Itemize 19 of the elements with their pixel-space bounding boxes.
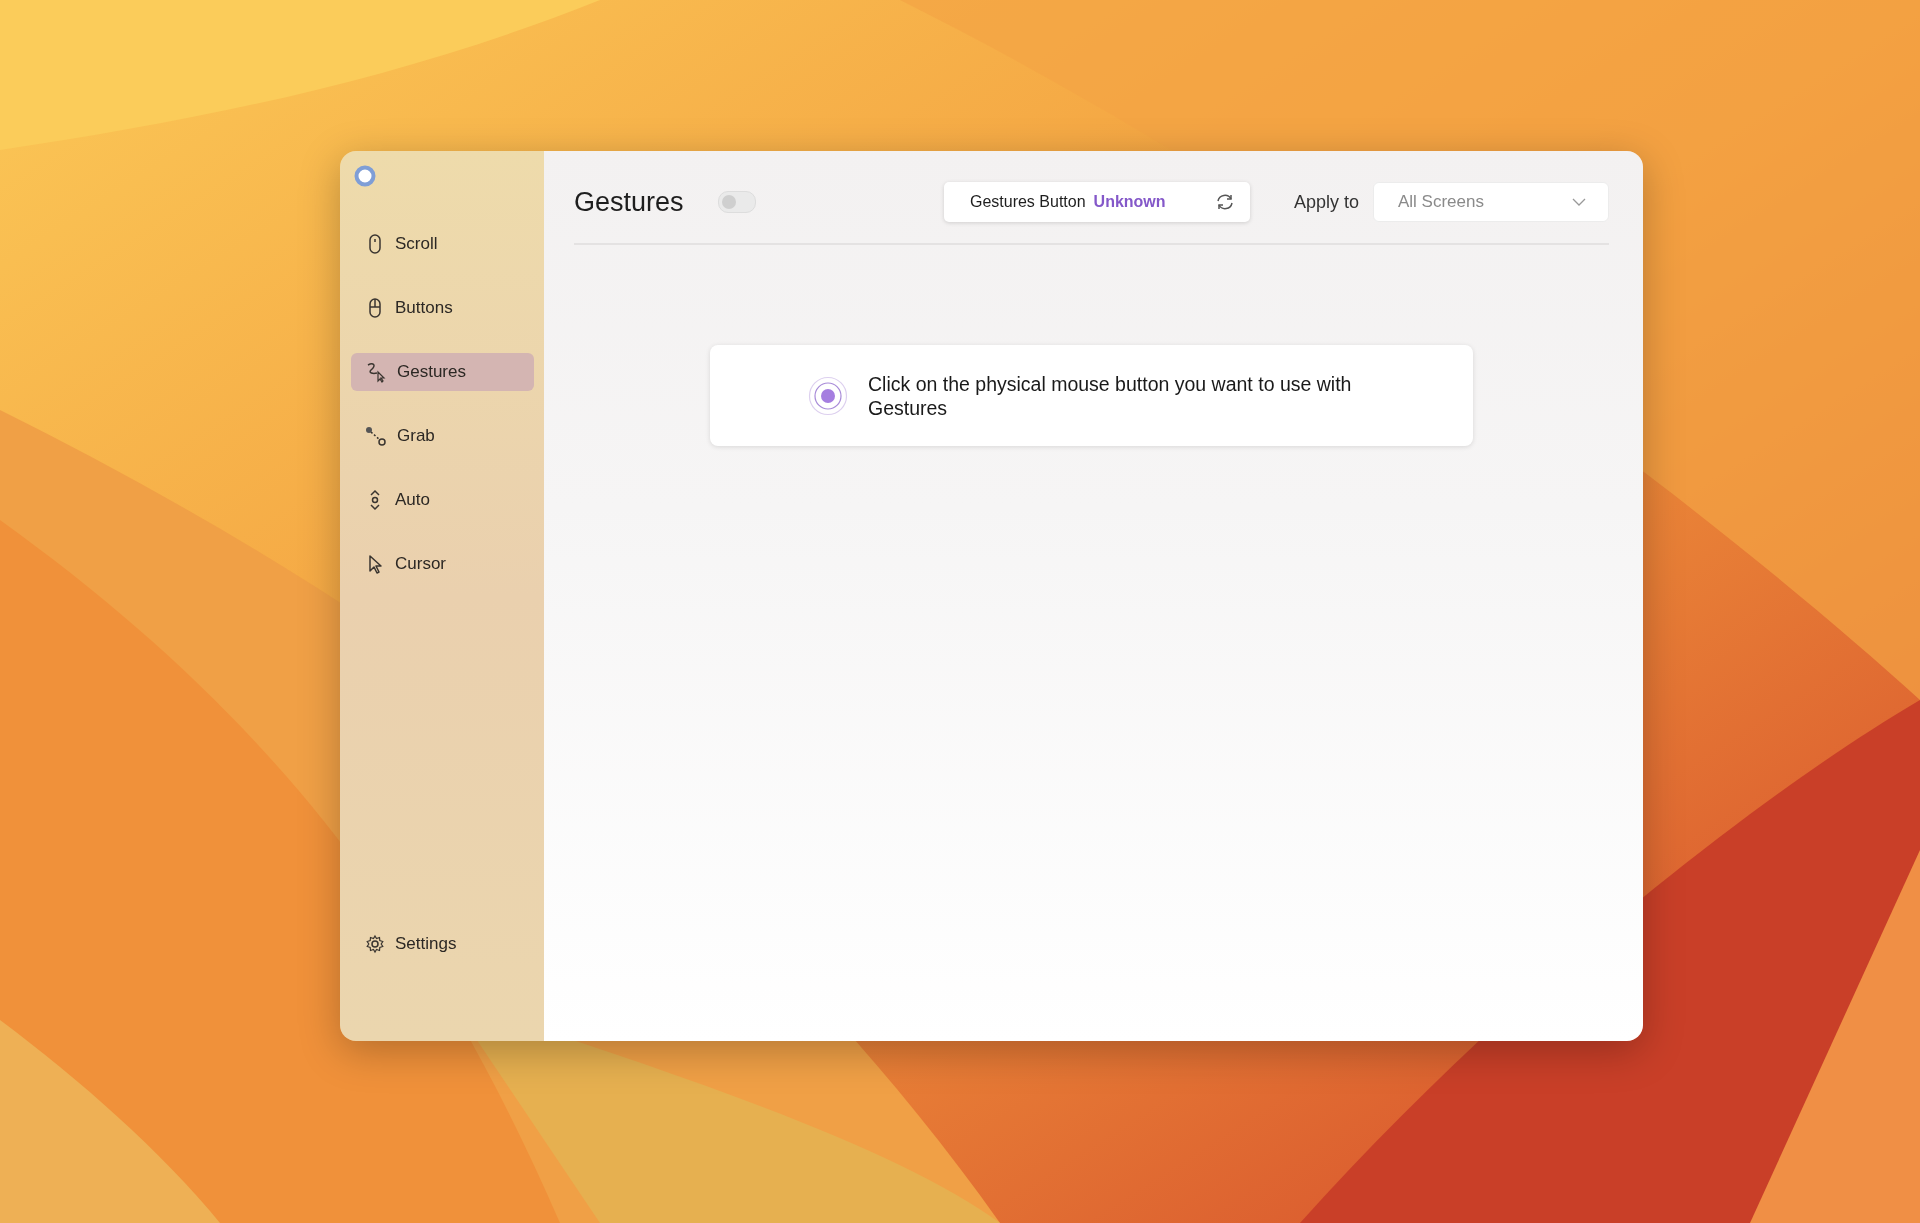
sidebar-item[interactable]: Grab [351, 417, 534, 455]
sidebar-item[interactable]: Scroll [351, 225, 534, 263]
prompt-text: Click on the physical mouse button you want to use with Gestures [868, 371, 1353, 420]
gestures-button-field[interactable]: Gestures Button Unknown [943, 182, 1250, 222]
apply-to-label: Apply to [1293, 191, 1359, 213]
sidebar-item[interactable]: Cursor [351, 545, 534, 583]
target-icon [808, 375, 848, 416]
chevron-down-icon [1572, 197, 1586, 207]
screens-dropdown[interactable]: All Screens [1373, 182, 1609, 222]
sidebar-item[interactable]: Buttons [351, 289, 534, 327]
page-title: Gestures [574, 186, 684, 218]
sidebar-item[interactable]: Gestures [351, 353, 534, 391]
toggle-switch[interactable] [717, 191, 756, 213]
settings-item[interactable]: Settings [351, 925, 534, 963]
sidebar-item[interactable]: Auto [351, 481, 534, 519]
app-logo-icon [354, 165, 376, 187]
settings-icon [365, 934, 385, 954]
grab-icon [365, 425, 387, 447]
gesture-icon [365, 361, 387, 383]
